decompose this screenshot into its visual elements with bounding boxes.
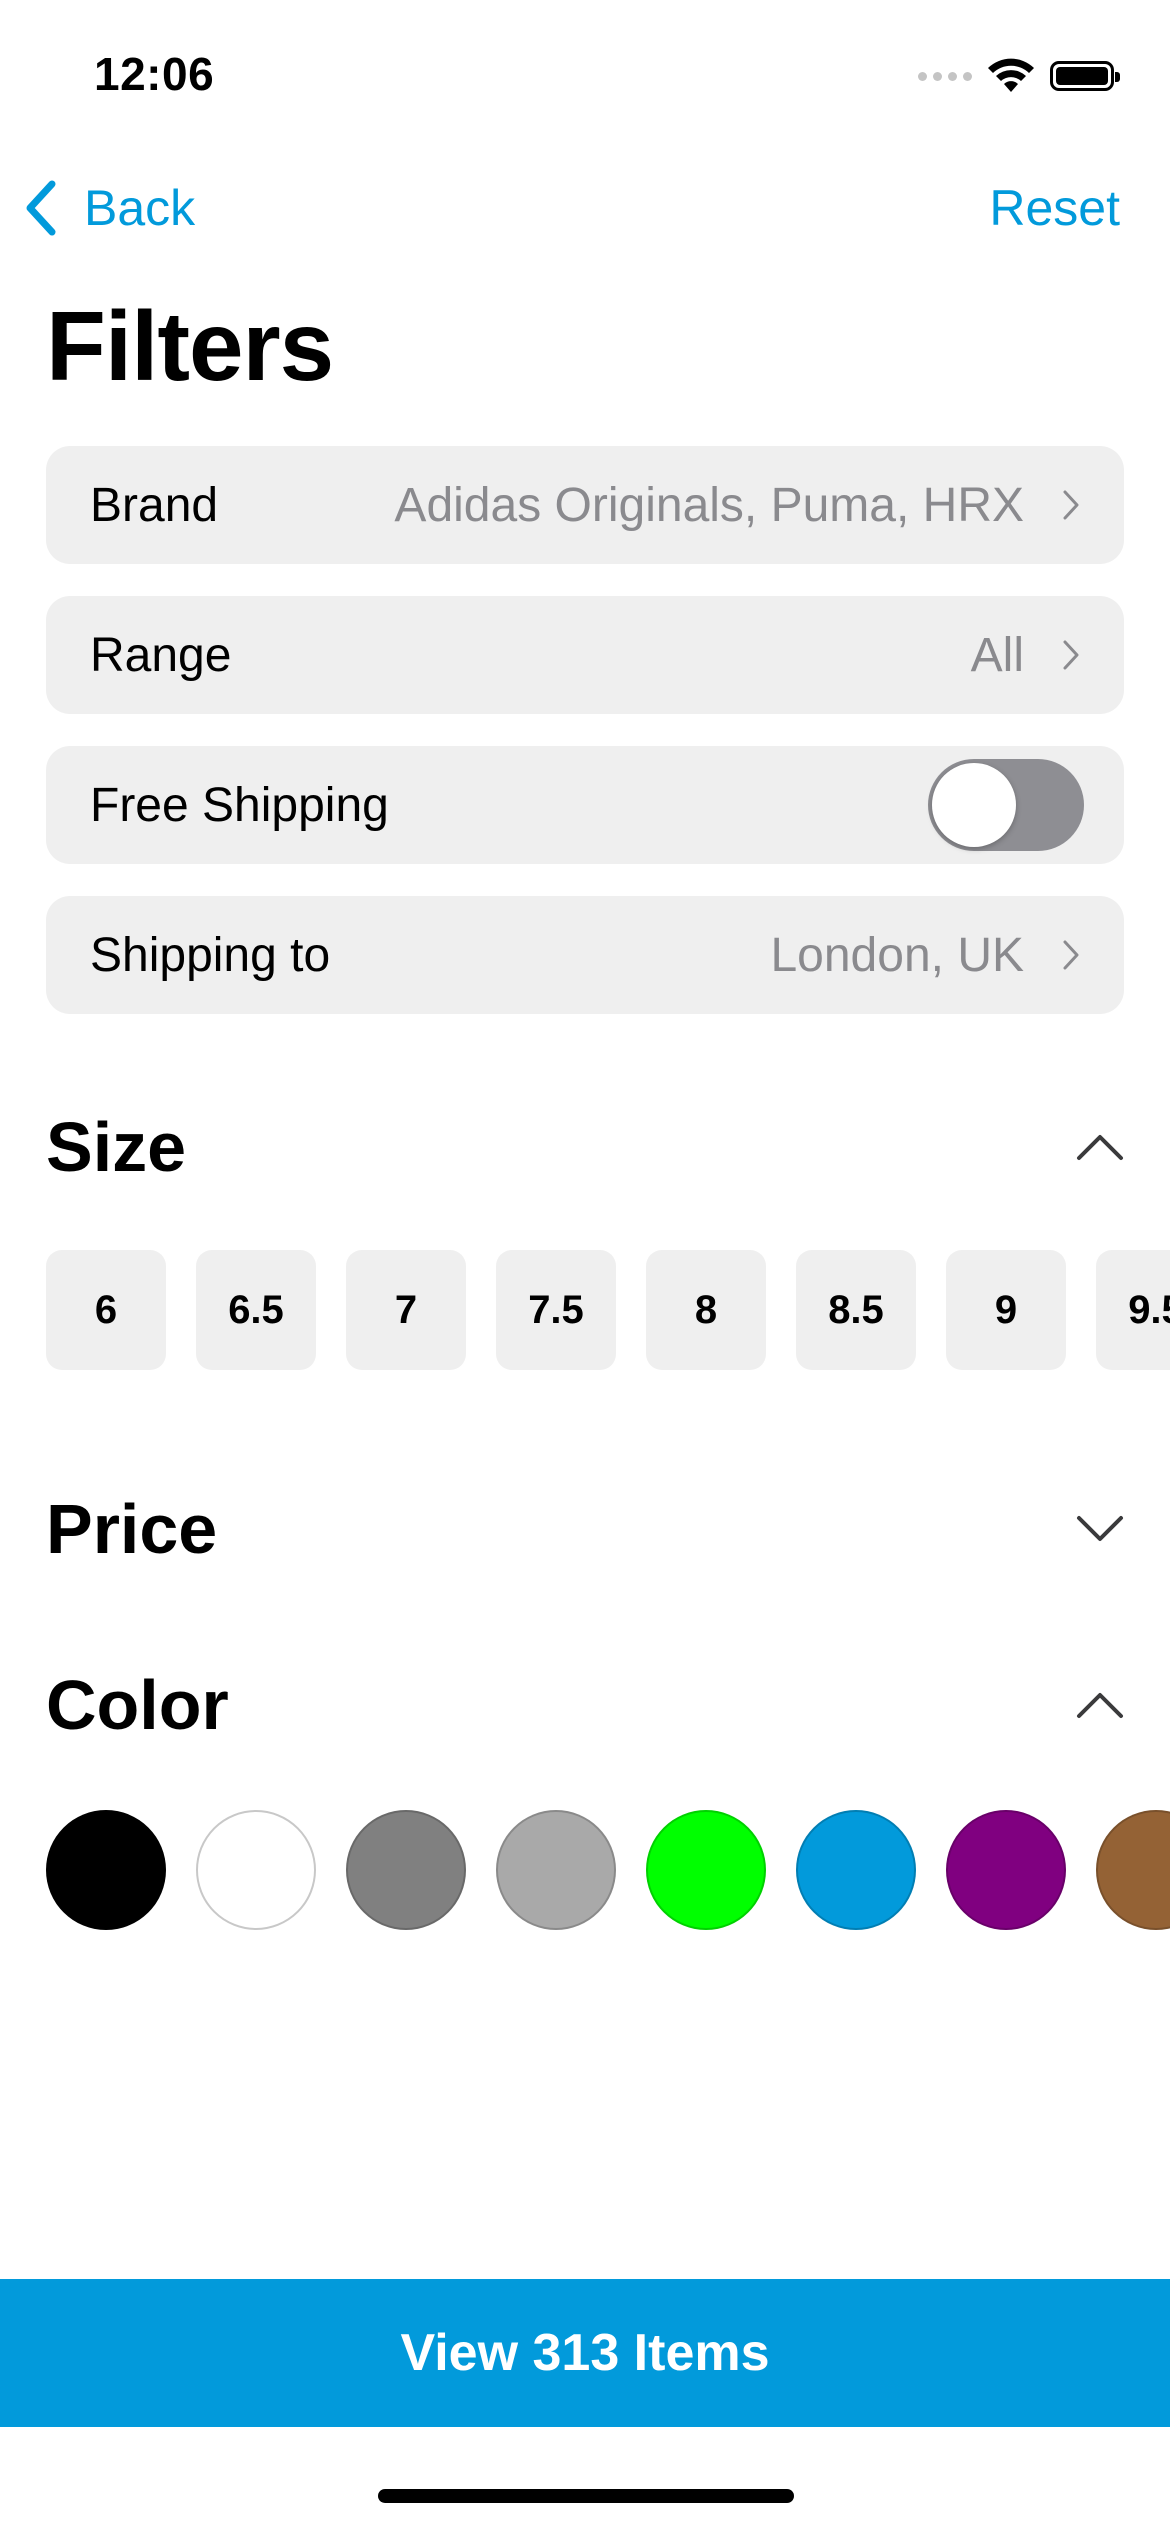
size-section-header[interactable]: Size bbox=[46, 1102, 1124, 1192]
reset-button[interactable]: Reset bbox=[989, 172, 1120, 244]
size-option[interactable]: 7.5 bbox=[496, 1250, 616, 1370]
cellular-signal-icon bbox=[918, 71, 972, 81]
color-swatch-gray[interactable] bbox=[346, 1810, 466, 1930]
size-option[interactable]: 8.5 bbox=[796, 1250, 916, 1370]
shipping-to-value: London, UK bbox=[770, 928, 1024, 982]
view-items-button[interactable]: View 313 Items bbox=[0, 2279, 1170, 2427]
chevron-right-icon bbox=[1063, 640, 1079, 670]
chevron-up-icon bbox=[1077, 1693, 1123, 1718]
home-indicator bbox=[378, 2489, 794, 2503]
wifi-icon bbox=[988, 58, 1034, 92]
size-options: 66.577.588.59 9.5 bbox=[46, 1250, 1170, 1370]
size-option[interactable]: 7 bbox=[346, 1250, 466, 1370]
back-button-label: Back bbox=[84, 180, 196, 236]
back-button[interactable]: Back bbox=[24, 172, 195, 244]
color-swatch-blue[interactable] bbox=[796, 1810, 916, 1930]
brand-row[interactable]: Brand Adidas Originals, Puma, HRX bbox=[46, 446, 1124, 564]
color-swatch-black[interactable] bbox=[46, 1810, 166, 1930]
size-option[interactable]: 9.5 bbox=[1096, 1250, 1170, 1370]
color-swatch-silver[interactable] bbox=[496, 1810, 616, 1930]
color-swatch-white[interactable] bbox=[196, 1810, 316, 1930]
size-option[interactable]: 6 bbox=[46, 1250, 166, 1370]
price-section-title: Price bbox=[46, 1490, 218, 1568]
shipping-to-label: Shipping to bbox=[90, 928, 331, 982]
size-option[interactable]: 8 bbox=[646, 1250, 766, 1370]
price-section-header[interactable]: Price bbox=[46, 1484, 1124, 1574]
chevron-right-icon bbox=[1063, 490, 1079, 520]
toggle-knob bbox=[932, 763, 1016, 847]
size-option[interactable]: 9 bbox=[946, 1250, 1066, 1370]
status-time: 12:06 bbox=[94, 48, 215, 100]
chevron-down-icon bbox=[1077, 1516, 1123, 1541]
color-swatch-green[interactable] bbox=[646, 1810, 766, 1930]
shipping-to-row[interactable]: Shipping to London, UK bbox=[46, 896, 1124, 1014]
brand-label: Brand bbox=[90, 478, 219, 532]
chevron-right-icon bbox=[1063, 940, 1079, 970]
range-value: All bbox=[970, 628, 1024, 682]
color-section-title: Color bbox=[46, 1666, 229, 1744]
page-title: Filters bbox=[46, 291, 334, 401]
color-section-header[interactable]: Color bbox=[46, 1660, 1124, 1750]
status-icons bbox=[918, 52, 1120, 100]
brand-value: Adidas Originals, Puma, HRX bbox=[394, 478, 1024, 532]
size-option[interactable]: 6.5 bbox=[196, 1250, 316, 1370]
range-label: Range bbox=[90, 628, 232, 682]
chevron-up-icon bbox=[1077, 1135, 1123, 1160]
free-shipping-label: Free Shipping bbox=[90, 778, 389, 832]
chevron-left-icon bbox=[26, 180, 56, 236]
free-shipping-toggle[interactable] bbox=[928, 759, 1084, 851]
range-row[interactable]: Range All bbox=[46, 596, 1124, 714]
battery-icon bbox=[1050, 61, 1120, 91]
color-swatch-purple[interactable] bbox=[946, 1810, 1066, 1930]
color-options bbox=[46, 1808, 1170, 1932]
free-shipping-row: Free Shipping bbox=[46, 746, 1124, 864]
color-swatch-brown[interactable] bbox=[1096, 1810, 1170, 1930]
size-section-title: Size bbox=[46, 1108, 187, 1186]
